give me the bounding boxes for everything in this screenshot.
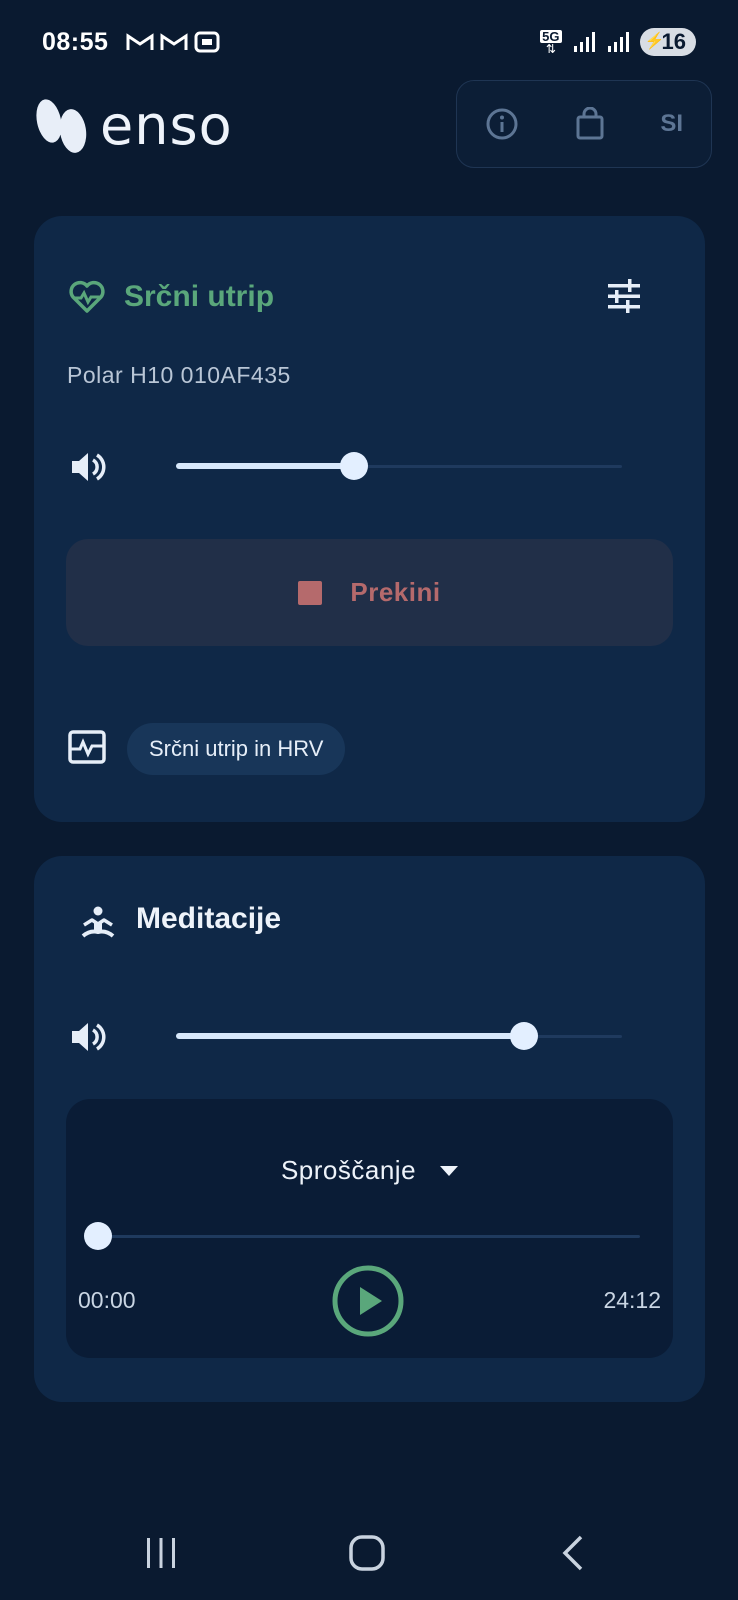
header-actions: SI bbox=[456, 80, 712, 168]
network-5g-icon: 5G ⇅ bbox=[540, 28, 562, 56]
slider-thumb[interactable] bbox=[509, 1022, 538, 1050]
signal-icon bbox=[572, 30, 596, 54]
stop-label: Prekini bbox=[350, 577, 441, 607]
meditation-icon bbox=[80, 906, 116, 940]
brand-logo: enso bbox=[32, 94, 233, 157]
notification-icons bbox=[125, 30, 221, 54]
volume-icon bbox=[70, 1020, 106, 1054]
time-elapsed: 00:00 bbox=[78, 1287, 136, 1313]
slider-thumb[interactable] bbox=[84, 1222, 112, 1250]
time-total: 24:12 bbox=[603, 1287, 661, 1313]
device-name: Polar H10 010AF435 bbox=[67, 362, 291, 388]
home-icon[interactable] bbox=[349, 1535, 385, 1571]
slider-thumb[interactable] bbox=[340, 452, 369, 480]
language-button[interactable]: SI bbox=[660, 110, 683, 138]
dropdown-arrow-icon bbox=[440, 1165, 459, 1176]
info-icon[interactable] bbox=[485, 107, 519, 141]
stop-icon bbox=[298, 580, 323, 605]
meditation-title: Meditacije bbox=[136, 902, 282, 935]
track-dropdown[interactable]: Sproščanje bbox=[66, 1155, 673, 1186]
heart-pulse-icon bbox=[68, 280, 106, 314]
heart-rate-volume-slider[interactable] bbox=[176, 452, 622, 480]
enso-logo-icon bbox=[32, 95, 90, 157]
back-icon[interactable] bbox=[562, 1535, 584, 1571]
volume-icon bbox=[70, 450, 106, 484]
play-button-icon[interactable] bbox=[332, 1265, 404, 1337]
hrv-monitor-icon bbox=[68, 729, 106, 765]
track-name: Sproščanje bbox=[280, 1155, 417, 1185]
slider-track bbox=[84, 1235, 640, 1238]
brand-name: enso bbox=[100, 94, 233, 157]
meditation-player: Sproščanje 00:00 24:12 bbox=[66, 1099, 673, 1358]
heart-rate-title: Srčni utrip bbox=[124, 280, 275, 313]
stop-button[interactable]: Prekini bbox=[66, 539, 673, 646]
gmail-icon bbox=[159, 30, 189, 54]
status-right: 5G ⇅ ⚡ 16 bbox=[540, 28, 696, 56]
screenshot-icon bbox=[193, 30, 221, 54]
slider-fill bbox=[176, 1033, 524, 1039]
shopping-bag-icon[interactable] bbox=[575, 107, 605, 141]
hrv-chip[interactable]: Srčni utrip in HRV bbox=[127, 723, 346, 775]
slider-fill bbox=[176, 463, 355, 469]
recent-apps-icon[interactable] bbox=[144, 1537, 178, 1569]
battery-indicator: ⚡ 16 bbox=[639, 28, 696, 56]
gmail-icon bbox=[125, 30, 155, 54]
tune-settings-icon[interactable] bbox=[606, 278, 642, 314]
signal-icon bbox=[606, 30, 630, 54]
status-time: 08:55 bbox=[42, 28, 109, 56]
playback-progress-slider[interactable] bbox=[84, 1222, 640, 1250]
meditation-volume-slider[interactable] bbox=[176, 1022, 622, 1050]
